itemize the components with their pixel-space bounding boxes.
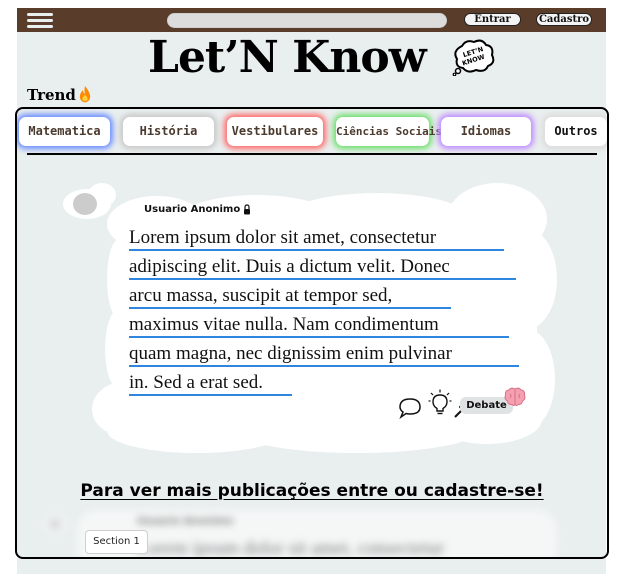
- post-line: arcu massa, suscipit at tempor sed,: [129, 283, 529, 312]
- lock-icon: [244, 204, 250, 215]
- tab-historia[interactable]: História: [123, 117, 214, 146]
- logo-thought-bubble-icon: LET’N KNOW: [452, 39, 495, 76]
- comment-icon[interactable]: [398, 397, 422, 419]
- search-input[interactable]: [167, 13, 447, 28]
- section-chip[interactable]: Section 1: [85, 530, 148, 554]
- post-line: adipiscing elit. Duis a dictum velit. Do…: [129, 254, 529, 283]
- post-line: in. Sed a erat sed.: [129, 370, 529, 399]
- fire-icon: [79, 86, 91, 103]
- page: Entrar Cadastro Let’N Know LET’N KNOW Tr…: [0, 0, 634, 574]
- tab-matematica[interactable]: Matematica: [19, 117, 110, 146]
- logo-title: Let’N Know: [148, 32, 427, 83]
- tab-outros[interactable]: Outros: [545, 117, 607, 146]
- tab-vestibulares[interactable]: Vestibulares: [227, 117, 323, 146]
- post-line: maximus vitae nulla. Nam condimentum: [129, 312, 529, 341]
- blurred-post-author: Usuario Anonimo: [137, 516, 234, 527]
- blurred-post-line: Lorem ipsum dolor sit amet, consectetur: [137, 538, 445, 559]
- login-button[interactable]: Entrar: [464, 13, 521, 26]
- tab-ciencias-sociais[interactable]: Ciências Sociais: [336, 117, 442, 146]
- top-bar: Entrar Cadastro: [17, 8, 606, 32]
- post-body: Lorem ipsum dolor sit amet, consectetur …: [129, 225, 529, 399]
- category-tabs: Matematica História Vestibulares Ciência…: [17, 109, 607, 157]
- lightbulb-icon[interactable]: [428, 389, 452, 417]
- tabs-divider: [27, 153, 597, 155]
- post-line: Lorem ipsum dolor sit amet, consectetur: [129, 225, 529, 254]
- brain-icon: [504, 387, 526, 407]
- feed-frame: Matematica História Vestibulares Ciência…: [15, 107, 609, 559]
- tab-idiomas[interactable]: Idiomas: [441, 117, 531, 146]
- trend-label: Trend: [27, 86, 76, 104]
- hamburger-menu-icon[interactable]: [27, 12, 53, 30]
- post-author: Usuario Anonimo: [144, 204, 241, 215]
- signup-call-to-action: Para ver mais publicações entre ou cadas…: [80, 481, 544, 501]
- signup-button[interactable]: Cadastro: [536, 13, 592, 26]
- post-line: quam magna, nec dignissim enim pulvinar: [129, 341, 529, 370]
